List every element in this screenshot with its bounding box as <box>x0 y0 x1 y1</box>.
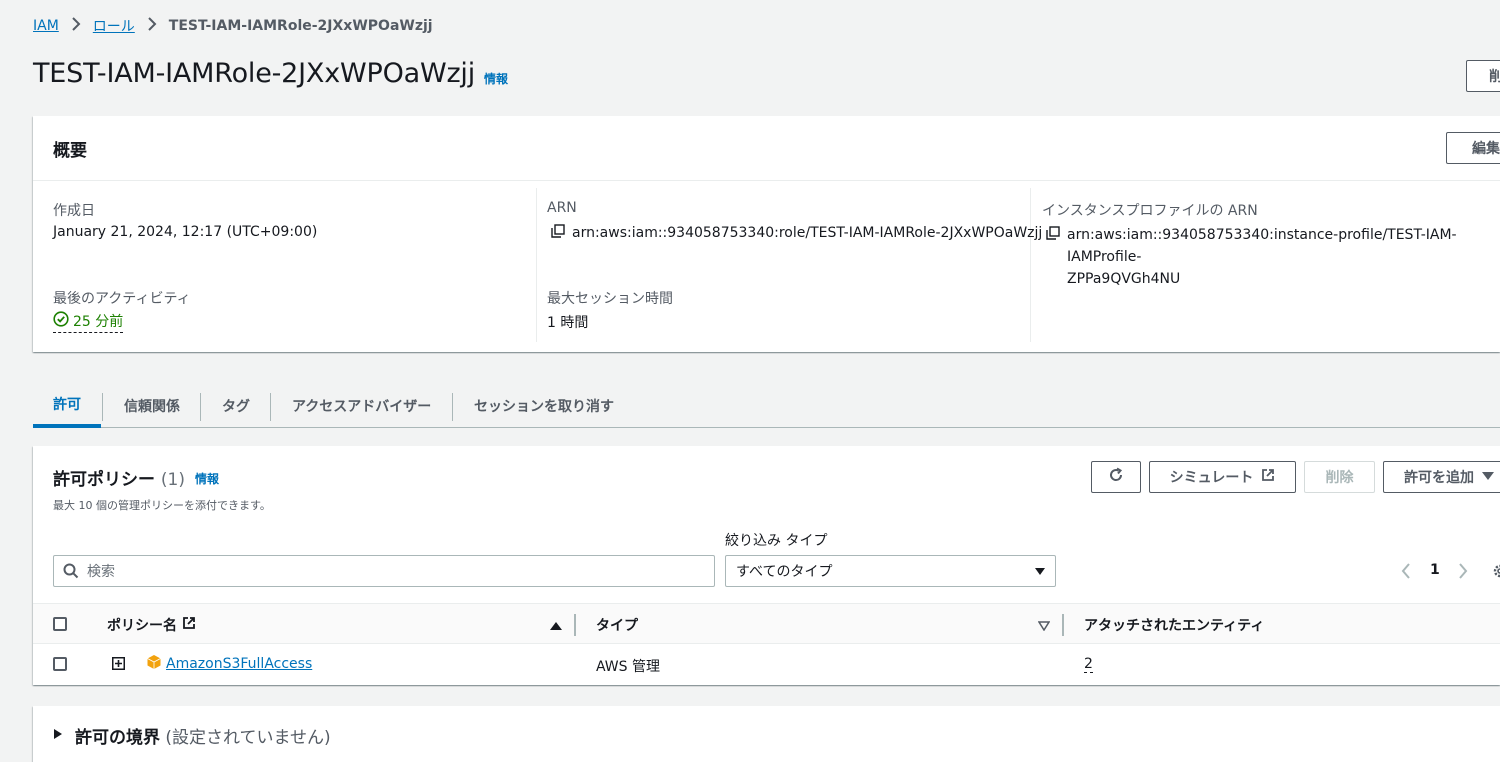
breadcrumb-current: TEST-IAM-IAMRole-2JXxWPOaWzjj <box>168 18 433 34</box>
edit-button[interactable]: 編集 <box>1446 132 1500 164</box>
edit-button-label: 編集 <box>1472 141 1500 157</box>
column-resizer[interactable] <box>1062 614 1064 636</box>
row-checkbox[interactable] <box>53 657 67 671</box>
chevron-left-icon[interactable] <box>1401 562 1411 584</box>
tab-permissions[interactable]: 許可 <box>33 384 101 428</box>
summary-panel: 概要 編集 作成日 January 21, 2024, 12:17 (UTC+0… <box>33 116 1500 352</box>
column-divider <box>1030 188 1031 342</box>
tab-separator <box>102 393 103 421</box>
copy-icon[interactable] <box>551 224 565 242</box>
policies-table-header: ポリシー名 タイプ アタッチされたエンティティ <box>33 603 1500 644</box>
arn-value: arn:aws:iam::934058753340:role/TEST-IAM-… <box>551 224 1042 242</box>
refresh-button[interactable] <box>1091 461 1141 493</box>
last-activity-value[interactable]: 25 分前 <box>53 311 124 333</box>
boundary-status: (設定されていません) <box>165 728 331 748</box>
delete-role-button-label: 削 <box>1489 69 1500 85</box>
column-policy-name-label: ポリシー名 <box>107 618 177 634</box>
chevron-right-icon <box>71 17 81 35</box>
sort-ascending-icon[interactable] <box>550 619 562 635</box>
created-value: January 21, 2024, 12:17 (UTC+09:00) <box>53 224 318 240</box>
tab-revoke-sessions[interactable]: セッションを取り消す <box>474 384 614 427</box>
permission-policies-panel: 許可ポリシー (1) 情報 最大 10 個の管理ポリシーを添付できます。 シミュ… <box>33 446 1500 685</box>
add-permissions-button-label: 許可を追加 <box>1404 470 1474 486</box>
boundary-title: 許可の境界 (設定されていません) <box>75 723 331 748</box>
check-circle-icon <box>53 311 69 331</box>
expand-plus-icon[interactable] <box>112 657 125 674</box>
policies-title: 許可ポリシー (1) <box>53 465 185 490</box>
tab-separator <box>200 393 201 421</box>
instance-profile-value: arn:aws:iam::934058753340:instance-profi… <box>1046 224 1500 290</box>
external-link-icon <box>1261 468 1275 486</box>
boundary-title-text: 許可の境界 <box>75 728 160 748</box>
chevron-right-icon[interactable] <box>1458 562 1468 584</box>
summary-divider <box>33 180 1500 181</box>
max-session-value: 1 時間 <box>547 315 589 331</box>
table-row: AmazonS3FullAccess AWS 管理 2 <box>33 644 1500 685</box>
filter-type-label: 絞り込み タイプ <box>725 533 828 549</box>
search-icon <box>63 563 79 579</box>
refresh-icon <box>1108 467 1124 487</box>
policies-count: (1) <box>160 470 186 490</box>
permissions-boundary-panel[interactable]: 許可の境界 (設定されていません) <box>33 706 1500 762</box>
tab-tags[interactable]: タグ <box>222 384 250 427</box>
breadcrumb: IAM ロール TEST-IAM-IAMRole-2JXxWPOaWzjj <box>33 14 433 38</box>
arn-text: arn:aws:iam::934058753340:role/TEST-IAM-… <box>572 225 1043 241</box>
search-placeholder: 検索 <box>87 564 115 580</box>
external-link-icon <box>182 616 196 634</box>
created-label: 作成日 <box>53 203 95 219</box>
max-session-label: 最大セッション時間 <box>547 291 673 307</box>
tab-access-advisor[interactable]: アクセスアドバイザー <box>292 384 431 427</box>
aws-managed-policy-icon <box>146 654 162 674</box>
instance-profile-line-2: ZPPa9QVGh4NU <box>1067 271 1181 287</box>
policies-info-link[interactable]: 情報 <box>195 470 219 487</box>
caret-down-icon <box>1482 469 1494 485</box>
simulate-button-label: シミュレート <box>1169 470 1254 486</box>
remove-button[interactable]: 削除 <box>1304 461 1375 493</box>
settings-gear-icon[interactable] <box>1492 563 1500 583</box>
instance-profile-label: インスタンスプロファイルの ARN <box>1042 203 1258 219</box>
add-permissions-button[interactable]: 許可を追加 <box>1383 461 1500 493</box>
tab-separator <box>270 393 271 421</box>
column-divider <box>536 188 537 342</box>
page-title: TEST-IAM-IAMRole-2JXxWPOaWzjj <box>33 58 476 89</box>
instance-profile-line-1: arn:aws:iam::934058753340:instance-profi… <box>1067 227 1457 265</box>
arn-label: ARN <box>547 200 577 216</box>
column-attached-entities[interactable]: アタッチされたエンティティ <box>1084 615 1264 635</box>
attached-entities-count[interactable]: 2 <box>1084 656 1093 673</box>
delete-role-button[interactable]: 削 <box>1466 60 1500 92</box>
role-tabs: 許可 信頼関係 タグ アクセスアドバイザー セッションを取り消す <box>33 384 1500 428</box>
remove-button-label: 削除 <box>1325 470 1354 486</box>
type-filter-value: すべてのタイプ <box>736 564 833 580</box>
search-input[interactable]: 検索 <box>53 555 715 587</box>
title-info-link[interactable]: 情報 <box>484 70 508 87</box>
copy-icon[interactable] <box>1046 226 1060 244</box>
summary-title: 概要 <box>53 141 87 161</box>
policies-title-text: 許可ポリシー <box>53 470 155 490</box>
chevron-right-icon <box>147 17 157 35</box>
column-resizer[interactable] <box>574 614 576 636</box>
simulate-button[interactable]: シミュレート <box>1149 461 1296 493</box>
caret-right-icon <box>53 728 63 744</box>
policies-description: 最大 10 個の管理ポリシーを添付できます。 <box>53 499 271 512</box>
last-activity-label: 最後のアクティビティ <box>53 291 191 307</box>
breadcrumb-roles-link[interactable]: ロール <box>93 16 135 36</box>
tab-separator <box>452 393 453 421</box>
column-type[interactable]: タイプ <box>596 615 638 635</box>
policy-name-link[interactable]: AmazonS3FullAccess <box>166 656 312 672</box>
sort-icon[interactable] <box>1037 619 1051 635</box>
type-filter-select[interactable]: すべてのタイプ <box>725 555 1056 587</box>
tab-trust-relationships[interactable]: 信頼関係 <box>124 384 180 427</box>
policy-type: AWS 管理 <box>596 659 660 675</box>
breadcrumb-iam-link[interactable]: IAM <box>33 18 59 34</box>
select-all-checkbox[interactable] <box>53 617 67 631</box>
caret-down-icon <box>1035 568 1045 575</box>
column-policy-name[interactable]: ポリシー名 <box>107 615 196 635</box>
page-number[interactable]: 1 <box>1430 562 1440 578</box>
instance-profile-text: arn:aws:iam::934058753340:instance-profi… <box>1067 224 1500 290</box>
last-activity-text: 25 分前 <box>73 314 124 330</box>
